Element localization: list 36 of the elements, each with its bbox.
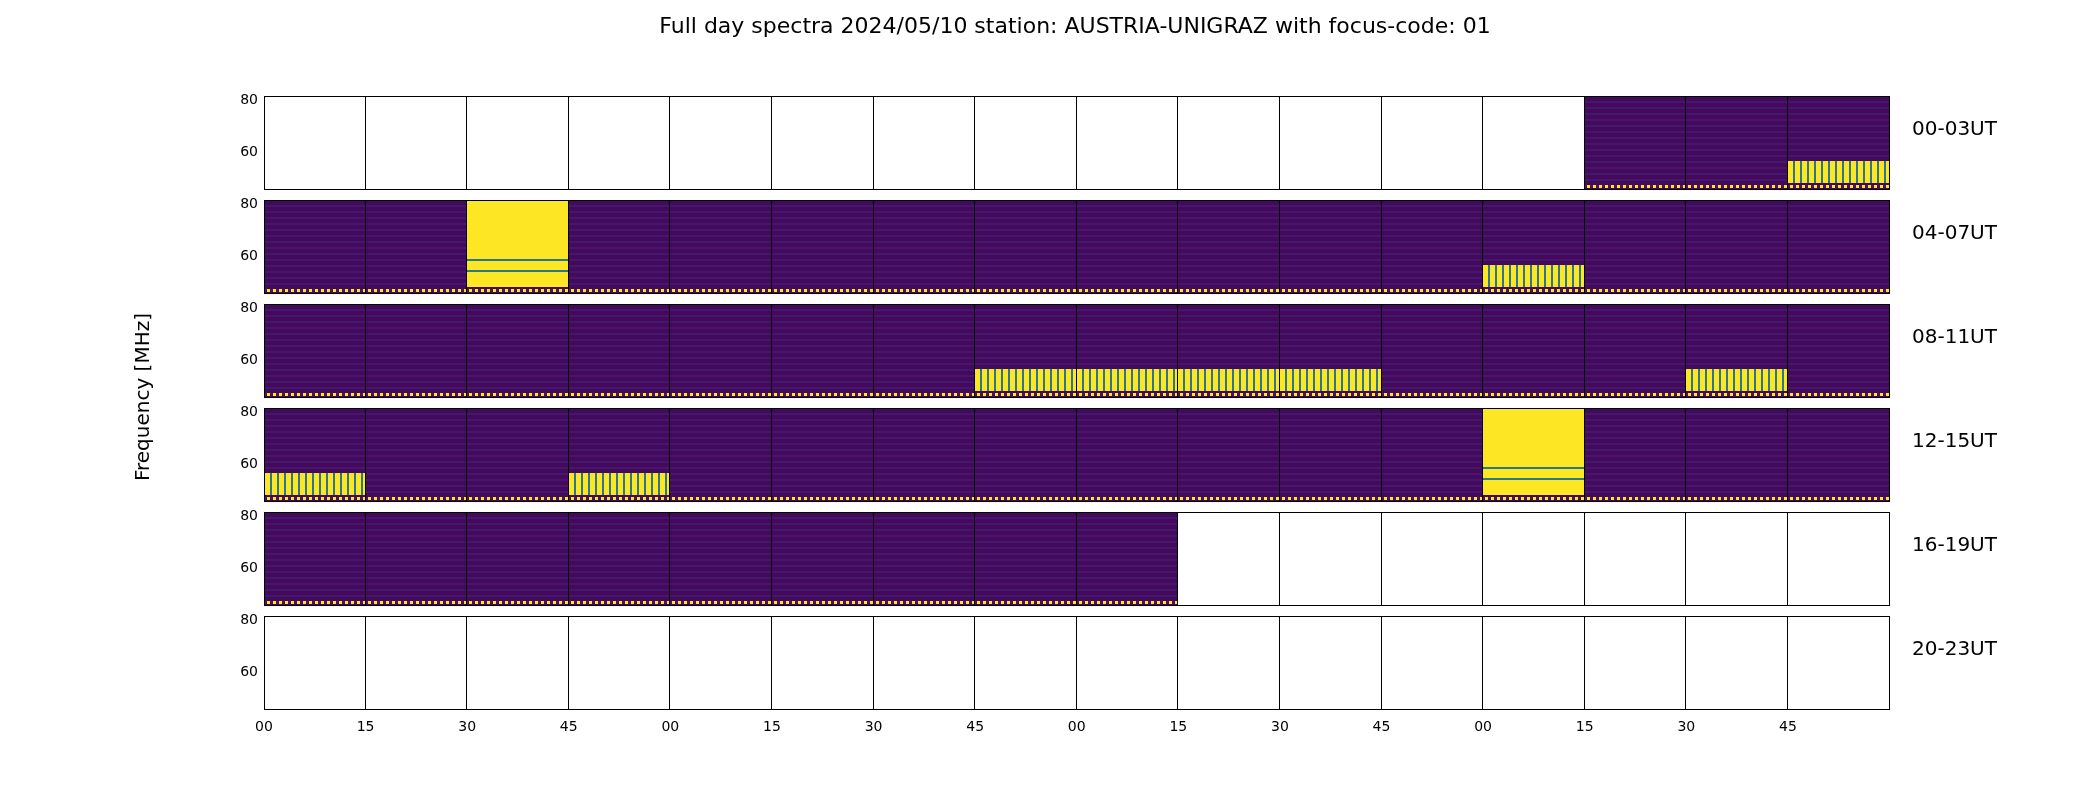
x-tick-label: 00: [661, 718, 680, 734]
y-tick-label: 80: [240, 611, 258, 627]
y-tick-label: 80: [240, 403, 258, 419]
y-tick-label: 80: [240, 507, 258, 523]
row-time-label: 08-11UT: [1912, 324, 1997, 348]
x-tick-label: 15: [1169, 718, 1188, 734]
x-tick-label: 00: [255, 718, 273, 734]
y-tick-label: 80: [240, 91, 258, 107]
row-time-label: 00-03UT: [1912, 116, 1997, 140]
x-tick-label: 30: [1677, 718, 1696, 734]
y-tick-label: 60: [240, 143, 258, 159]
y-tick-label: 60: [240, 559, 258, 575]
figure-title: Full day spectra 2024/05/10 station: AUSTRIA-UNIGRAZ with focus-code: 01: [659, 13, 1491, 40]
x-tick-label: 15: [1575, 718, 1594, 734]
row-time-label: 20-23UT: [1912, 636, 1997, 660]
x-tick-label: 45: [1372, 718, 1391, 734]
x-tick-label: 45: [1779, 718, 1797, 734]
x-tick-label: 45: [966, 718, 985, 734]
x-tick-label: 00: [1474, 718, 1493, 734]
y-tick-label: 80: [240, 299, 258, 315]
x-tick-label: 15: [356, 718, 375, 734]
y-axis-label: Frequency [MHz]: [130, 312, 154, 482]
x-tick-label: 15: [763, 718, 781, 734]
y-tick-label: 60: [240, 455, 258, 471]
x-tick-label: 30: [864, 718, 883, 734]
x-tick-label: 30: [458, 718, 477, 734]
row-time-label: 12-15UT: [1912, 428, 1997, 452]
y-tick-label: 60: [240, 663, 258, 679]
row-time-label: 16-19UT: [1912, 532, 1997, 556]
x-tick-label: 30: [1271, 718, 1289, 734]
y-tick-label: 80: [240, 195, 258, 211]
y-tick-label: 60: [240, 247, 258, 263]
y-tick-label: 60: [240, 351, 258, 367]
x-tick-label: 00: [1067, 718, 1086, 734]
row-time-label: 04-07UT: [1912, 220, 1997, 244]
x-tick-label: 45: [559, 718, 578, 734]
